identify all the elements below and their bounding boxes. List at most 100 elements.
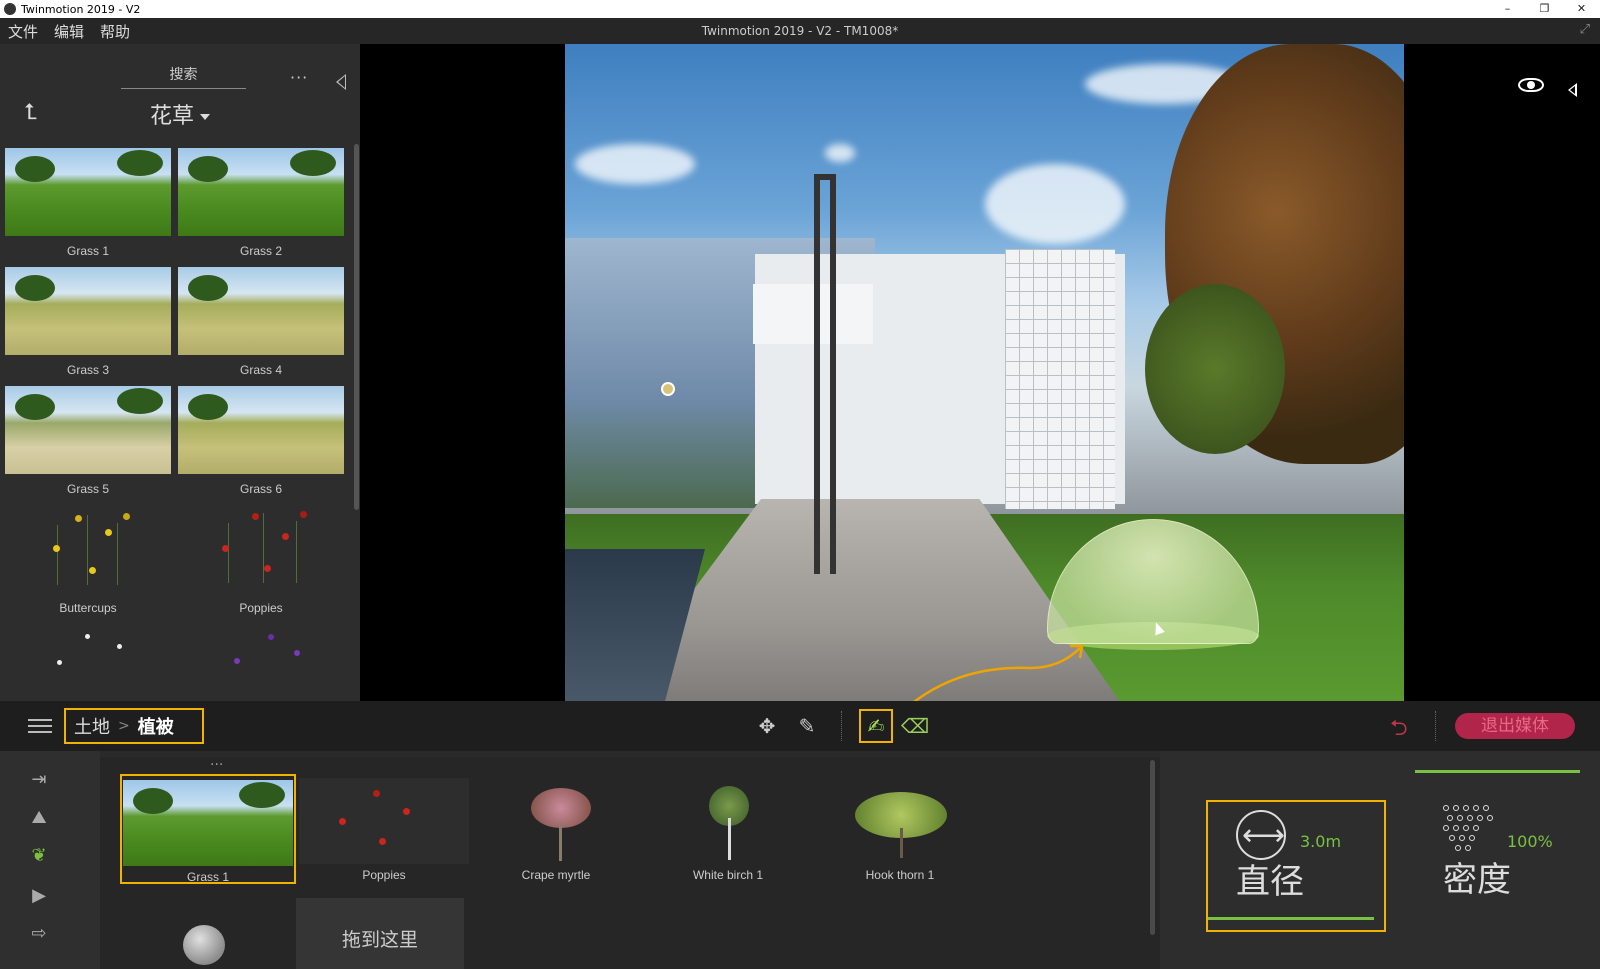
chevron-down-icon [200, 114, 211, 120]
mode-sidebar: ⇥ ⛰ ❦ ▶ ⇨ [0, 751, 100, 969]
3d-viewport[interactable] [565, 44, 1404, 701]
rock-asset-thumb[interactable] [183, 925, 225, 965]
toolbar-divider [841, 711, 842, 741]
diameter-parameter[interactable]: 3.0m 直径 [1206, 800, 1386, 932]
library-item-grass-3[interactable]: Grass 3 [5, 267, 171, 379]
window-controls: – ❐ ✕ [1489, 0, 1600, 18]
asset-tray-scrollbar[interactable] [1150, 760, 1155, 935]
library-thumb [5, 267, 171, 355]
library-item-label: Grass 3 [66, 363, 109, 377]
app-icon [4, 3, 16, 15]
expand-icon[interactable]: ⤢ [1580, 22, 1590, 37]
minimize-button[interactable]: – [1489, 0, 1526, 18]
asset-tray: Grass 1 Poppies Crape myrtle White birch… [100, 757, 1160, 969]
media-icon[interactable]: ▶ [24, 885, 54, 909]
menu-file[interactable]: 文件 [8, 21, 38, 42]
pen-icon[interactable]: ✎ [790, 709, 824, 743]
cloud [575, 144, 695, 184]
scene-marker-icon[interactable] [661, 382, 675, 396]
library-item-label: Grass 2 [239, 244, 282, 258]
library-thumb [178, 148, 344, 236]
diameter-icon [1236, 810, 1286, 860]
library-thumb [5, 386, 171, 474]
library-thumb [178, 505, 344, 593]
library-item-grass-1[interactable]: Grass 1 [5, 148, 171, 260]
library-item-label: Grass 1 [66, 244, 109, 258]
eraser-icon[interactable]: ⌫ [898, 709, 932, 743]
window-title: Twinmotion 2019 - V2 [21, 2, 141, 16]
asset-thumb [471, 778, 641, 864]
close-button[interactable]: ✕ [1563, 0, 1600, 18]
green-tree [1145, 284, 1285, 454]
library-panel: 搜索 ··· ⮤ 花草 Grass 1 Grass 2 Grass 3 Gras… [0, 44, 360, 701]
undo-icon[interactable]: ⮌ [1390, 711, 1408, 749]
library-item-grass-4[interactable]: Grass 4 [178, 267, 344, 379]
library-item-label: Grass 4 [239, 363, 282, 377]
library-item-grass-6[interactable]: Grass 6 [178, 386, 344, 498]
diameter-label: 直径 [1236, 862, 1304, 902]
asset-label: Hook thorn 1 [865, 868, 935, 882]
pole [830, 174, 836, 574]
asset-label: Grass 1 [186, 870, 229, 884]
density-icon [1443, 805, 1497, 855]
cloud [825, 144, 855, 162]
library-item-partial[interactable] [5, 624, 171, 701]
window-titlebar: Twinmotion 2019 - V2 – ❐ ✕ [0, 0, 1600, 18]
eye-icon[interactable] [1518, 78, 1544, 92]
library-thumb [5, 505, 171, 593]
library-item-partial[interactable] [178, 624, 344, 701]
library-item-poppies[interactable]: Poppies [178, 505, 344, 617]
vegetation-icon[interactable]: ❦ [24, 845, 54, 869]
breadcrumb-vegetation[interactable]: 植被 [138, 713, 174, 739]
library-thumb [5, 148, 171, 236]
asset-label: Crape myrtle [521, 868, 591, 882]
export-icon[interactable]: ⇨ [24, 923, 54, 947]
collapse-library-icon[interactable] [336, 74, 346, 90]
move-icon[interactable]: ✥ [750, 709, 784, 743]
library-thumb [178, 386, 344, 474]
breadcrumb[interactable]: 土地 > 植被 [64, 708, 204, 744]
library-item-grass-2[interactable]: Grass 2 [178, 148, 344, 260]
asset-item-poppies[interactable]: Poppies [296, 774, 472, 884]
library-item-label: Poppies [239, 601, 283, 615]
bottom-toolbar: 土地 > 植被 ✥ ✎ ✍ ⌫ ⮌ 退出媒体 [0, 701, 1600, 751]
asset-item-hook-thorn[interactable]: Hook thorn 1 [812, 774, 988, 884]
library-item-buttercups[interactable]: Buttercups [5, 505, 171, 617]
terrain-icon[interactable]: ⛰ [24, 807, 54, 831]
library-item-grass-5[interactable]: Grass 5 [5, 386, 171, 498]
toolbar-divider [1435, 711, 1436, 741]
drop-zone[interactable]: 拖到这里 [296, 898, 464, 969]
cloud [985, 164, 1125, 244]
library-category-dropdown[interactable]: 花草 [150, 98, 211, 130]
building-block [753, 284, 873, 344]
hamburger-menu-icon[interactable] [28, 719, 52, 733]
asset-item-grass-1[interactable]: Grass 1 [120, 774, 296, 884]
menu-help[interactable]: 帮助 [100, 21, 130, 42]
asset-thumb [123, 780, 293, 866]
brush-icon[interactable]: ✍ [859, 709, 893, 743]
library-thumb [5, 624, 171, 701]
back-arrow-icon[interactable]: ⮤ [24, 100, 37, 125]
restore-button[interactable]: ❐ [1526, 0, 1563, 18]
exit-media-button[interactable]: 退出媒体 [1455, 713, 1575, 739]
diameter-slider[interactable] [1208, 917, 1374, 920]
asset-item-crape-myrtle[interactable]: Crape myrtle [468, 774, 644, 884]
menu-edit[interactable]: 编辑 [54, 21, 84, 42]
asset-tray-more[interactable]: ··· [210, 757, 223, 773]
asset-thumb [815, 778, 985, 864]
grid-facade [1005, 249, 1115, 509]
asset-thumb [299, 778, 469, 864]
breadcrumb-landscape[interactable]: 土地 [74, 713, 110, 739]
library-more-button[interactable]: ··· [290, 68, 308, 87]
collapse-right-panel-icon[interactable] [1568, 83, 1577, 97]
menu-bar: 文件 编辑 帮助 Twinmotion 2019 - V2 - TM1008* … [0, 18, 1600, 44]
density-label[interactable]: 密度 [1443, 852, 1511, 901]
library-scrollbar[interactable] [354, 144, 359, 510]
library-item-label: Grass 6 [239, 482, 282, 496]
asset-item-white-birch[interactable]: White birch 1 [640, 774, 816, 884]
library-search-tab[interactable]: 搜索 [121, 64, 246, 89]
density-slider[interactable] [1415, 770, 1580, 773]
asset-label: Poppies [362, 868, 406, 882]
library-item-label: Grass 5 [66, 482, 109, 496]
import-icon[interactable]: ⇥ [24, 769, 54, 793]
